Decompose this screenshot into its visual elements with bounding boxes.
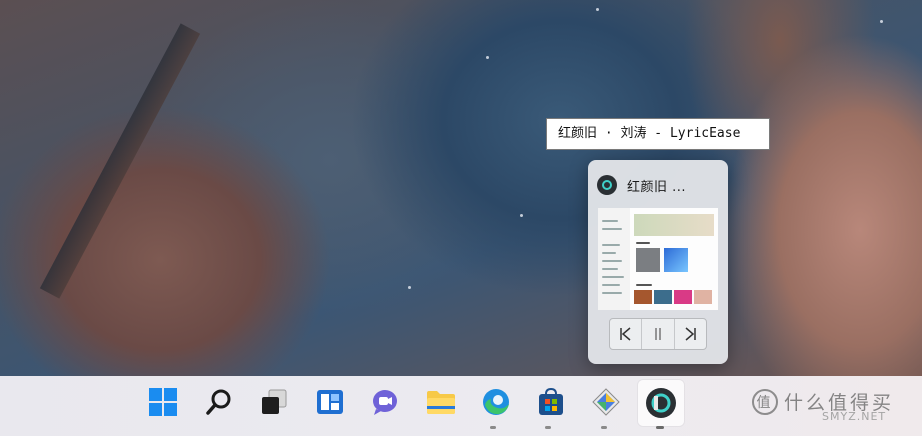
lyricease-button[interactable]	[638, 380, 684, 426]
window-tooltip: 红颜旧 · 刘涛 - LyricEase	[546, 118, 770, 150]
app-icon	[592, 388, 620, 416]
lyricease-icon	[646, 388, 676, 418]
widgets-button[interactable]	[310, 382, 350, 422]
search-icon	[206, 389, 231, 415]
edge-icon	[483, 389, 509, 415]
store-icon	[539, 387, 563, 415]
lyricease-icon	[597, 175, 617, 195]
pause-icon	[655, 328, 661, 340]
task-view-icon	[262, 389, 287, 414]
next-track-button[interactable]	[673, 319, 706, 349]
desktop-wallpaper	[0, 0, 922, 376]
wallpaper-sparkle	[486, 56, 489, 59]
window-thumbnail[interactable]	[598, 208, 718, 310]
running-indicator	[601, 426, 607, 429]
watermark-subtext: SMYZ.NET	[822, 410, 887, 423]
wallpaper-sparkle	[408, 286, 411, 289]
wallpaper-sparkle	[520, 214, 523, 217]
edge-button[interactable]	[476, 382, 516, 422]
windows-logo-icon	[149, 388, 177, 416]
preview-title: 红颜旧 ...	[627, 179, 687, 195]
search-button[interactable]	[199, 382, 239, 422]
wallpaper-sparkle	[596, 8, 599, 11]
skip-next-icon	[685, 327, 697, 341]
wallpaper-sparkle	[880, 20, 883, 23]
running-indicator	[490, 426, 496, 429]
previous-track-button[interactable]	[610, 319, 641, 349]
preview-header: 红颜旧 ...	[597, 174, 686, 196]
chat-icon	[373, 390, 397, 415]
task-view-button[interactable]	[254, 382, 294, 422]
store-button[interactable]	[531, 382, 571, 422]
teams-chat-button[interactable]	[365, 382, 405, 422]
file-explorer-button[interactable]	[421, 382, 461, 422]
widgets-icon	[317, 390, 343, 414]
pause-button[interactable]	[641, 319, 673, 349]
taskbar-thumbnail-preview[interactable]: 红颜旧 ...	[588, 160, 728, 364]
media-controls	[609, 318, 707, 350]
start-button[interactable]	[143, 382, 183, 422]
active-indicator	[656, 426, 664, 429]
running-indicator	[545, 426, 551, 429]
wallpaper-strap	[39, 23, 201, 299]
watermark-logo: 值	[752, 388, 778, 415]
skip-previous-icon	[619, 327, 631, 341]
app-button[interactable]	[586, 382, 626, 422]
folder-icon	[427, 391, 455, 414]
